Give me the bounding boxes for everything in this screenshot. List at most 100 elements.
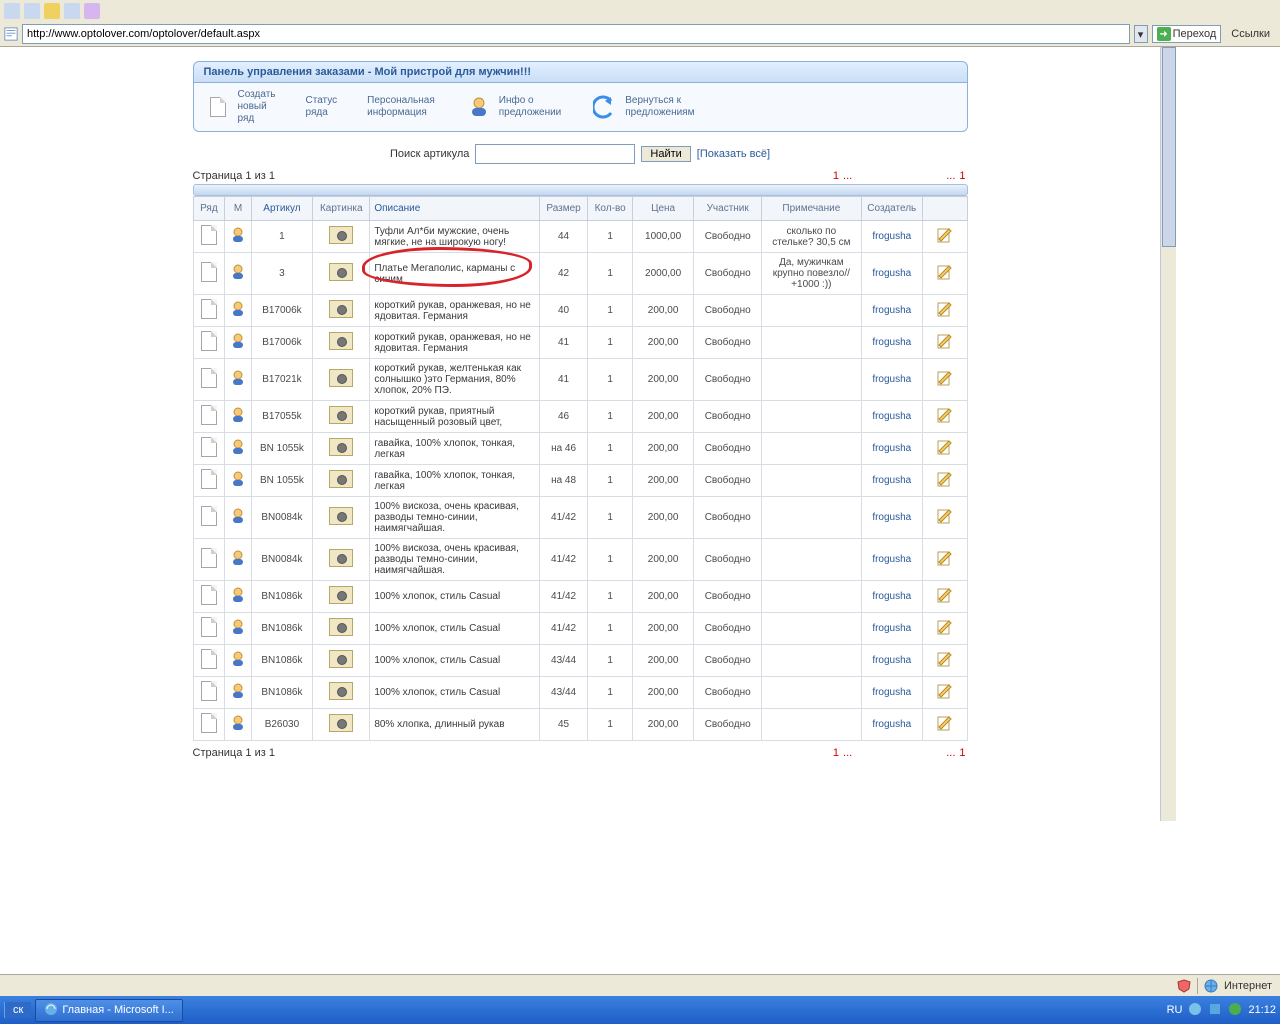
th-desc-link[interactable]: Описание xyxy=(374,203,420,214)
document-icon[interactable] xyxy=(201,405,217,425)
edit-icon[interactable] xyxy=(937,723,953,734)
user-icon[interactable] xyxy=(230,479,246,490)
edit-icon[interactable] xyxy=(937,272,953,283)
lang-indicator[interactable]: RU xyxy=(1167,1004,1183,1016)
document-icon[interactable] xyxy=(201,585,217,605)
creator-link[interactable]: frogusha xyxy=(872,623,911,634)
document-icon[interactable] xyxy=(201,681,217,701)
camera-icon[interactable] xyxy=(329,507,353,525)
user-icon[interactable] xyxy=(230,341,246,352)
address-dropdown-icon[interactable]: ▾ xyxy=(1134,25,1148,43)
creator-link[interactable]: frogusha xyxy=(872,655,911,666)
toolbar-icon[interactable] xyxy=(64,3,80,19)
vertical-scrollbar[interactable] xyxy=(1160,47,1176,821)
creator-link[interactable]: frogusha xyxy=(872,591,911,602)
tray-icon[interactable] xyxy=(1208,1002,1222,1019)
document-icon[interactable] xyxy=(201,225,217,245)
tray-icon[interactable] xyxy=(1188,1002,1202,1019)
user-icon[interactable] xyxy=(230,691,246,702)
camera-icon[interactable] xyxy=(329,618,353,636)
creator-link[interactable]: frogusha xyxy=(872,268,911,279)
camera-icon[interactable] xyxy=(329,682,353,700)
menu-create-row[interactable]: Создать новый ряд xyxy=(198,87,282,127)
pager-last[interactable]: 1 xyxy=(957,747,967,759)
camera-icon[interactable] xyxy=(329,549,353,567)
document-icon[interactable] xyxy=(201,437,217,457)
user-icon[interactable] xyxy=(230,272,246,283)
taskbar-app[interactable]: Главная - Microsoft I... xyxy=(35,999,183,1022)
user-icon[interactable] xyxy=(230,595,246,606)
creator-link[interactable]: frogusha xyxy=(872,305,911,316)
user-icon[interactable] xyxy=(230,235,246,246)
document-icon[interactable] xyxy=(201,548,217,568)
user-icon[interactable] xyxy=(230,627,246,638)
user-icon[interactable] xyxy=(230,516,246,527)
toolbar-icon[interactable] xyxy=(24,3,40,19)
th-artikul-link[interactable]: Артикул xyxy=(263,203,300,214)
camera-icon[interactable] xyxy=(329,263,353,281)
user-icon[interactable] xyxy=(230,415,246,426)
menu-return[interactable]: Вернуться к предложениям xyxy=(585,91,700,123)
user-icon[interactable] xyxy=(230,309,246,320)
tray-icon[interactable] xyxy=(1228,1002,1242,1019)
edit-icon[interactable] xyxy=(937,415,953,426)
edit-icon[interactable] xyxy=(937,235,953,246)
creator-link[interactable]: frogusha xyxy=(872,374,911,385)
scroll-thumb[interactable] xyxy=(1162,47,1176,247)
toolbar-icon[interactable] xyxy=(44,3,60,19)
search-button[interactable]: Найти xyxy=(641,146,690,162)
edit-icon[interactable] xyxy=(937,516,953,527)
document-icon[interactable] xyxy=(201,506,217,526)
edit-icon[interactable] xyxy=(937,341,953,352)
user-icon[interactable] xyxy=(230,558,246,569)
document-icon[interactable] xyxy=(201,331,217,351)
edit-icon[interactable] xyxy=(937,558,953,569)
user-icon[interactable] xyxy=(230,659,246,670)
document-icon[interactable] xyxy=(201,649,217,669)
camera-icon[interactable] xyxy=(329,369,353,387)
user-icon[interactable] xyxy=(230,447,246,458)
menu-offer-info[interactable]: Инфо о предложении xyxy=(459,91,568,123)
user-icon[interactable] xyxy=(230,723,246,734)
user-icon[interactable] xyxy=(230,378,246,389)
edit-icon[interactable] xyxy=(937,479,953,490)
creator-link[interactable]: frogusha xyxy=(872,554,911,565)
camera-icon[interactable] xyxy=(329,650,353,668)
edit-icon[interactable] xyxy=(937,691,953,702)
go-button[interactable]: ➜Переход xyxy=(1152,25,1222,43)
document-icon[interactable] xyxy=(201,713,217,733)
document-icon[interactable] xyxy=(201,617,217,637)
toolbar-icon[interactable] xyxy=(84,3,100,19)
document-icon[interactable] xyxy=(201,299,217,319)
creator-link[interactable]: frogusha xyxy=(872,512,911,523)
creator-link[interactable]: frogusha xyxy=(872,337,911,348)
edit-icon[interactable] xyxy=(937,595,953,606)
edit-icon[interactable] xyxy=(937,309,953,320)
creator-link[interactable]: frogusha xyxy=(872,231,911,242)
camera-icon[interactable] xyxy=(329,470,353,488)
camera-icon[interactable] xyxy=(329,586,353,604)
pager-first[interactable]: 1 xyxy=(831,747,841,759)
creator-link[interactable]: frogusha xyxy=(872,475,911,486)
edit-icon[interactable] xyxy=(937,659,953,670)
document-icon[interactable] xyxy=(201,469,217,489)
links-label[interactable]: Ссылки xyxy=(1225,28,1276,40)
show-all-link[interactable]: [Показать всё] xyxy=(697,148,770,160)
document-icon[interactable] xyxy=(201,262,217,282)
creator-link[interactable]: frogusha xyxy=(872,411,911,422)
creator-link[interactable]: frogusha xyxy=(872,687,911,698)
menu-personal-info[interactable]: Персональная информация xyxy=(361,93,441,121)
edit-icon[interactable] xyxy=(937,447,953,458)
toolbar-icon[interactable] xyxy=(4,3,20,19)
camera-icon[interactable] xyxy=(329,300,353,318)
camera-icon[interactable] xyxy=(329,332,353,350)
camera-icon[interactable] xyxy=(329,226,353,244)
search-input[interactable] xyxy=(475,144,635,164)
start-button[interactable]: ск xyxy=(4,1002,31,1018)
edit-icon[interactable] xyxy=(937,627,953,638)
address-input[interactable] xyxy=(22,24,1130,44)
document-icon[interactable] xyxy=(201,368,217,388)
edit-icon[interactable] xyxy=(937,378,953,389)
pager-last[interactable]: 1 xyxy=(957,170,967,182)
camera-icon[interactable] xyxy=(329,714,353,732)
